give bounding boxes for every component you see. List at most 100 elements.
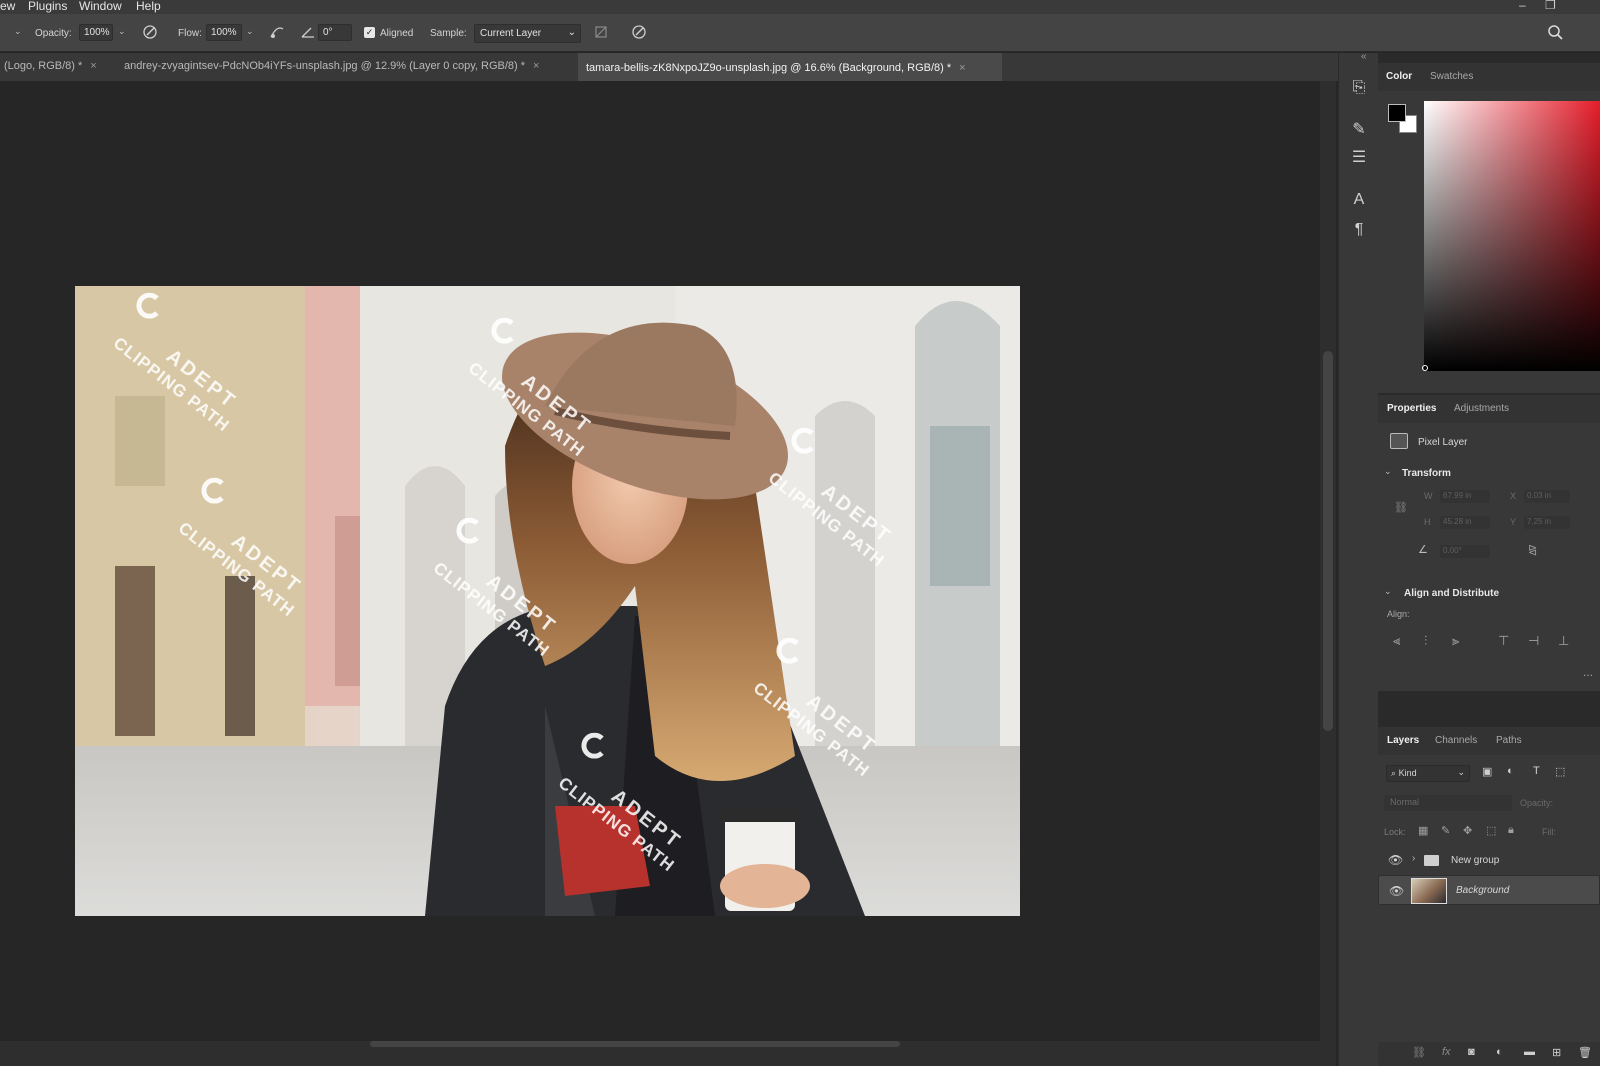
link-icon[interactable]: ⛓ <box>1394 501 1408 514</box>
layer-filter-select[interactable]: ⌕ Kind ⌄ <box>1386 765 1470 782</box>
tab-layers[interactable]: Layers <box>1387 735 1419 746</box>
sample-select[interactable]: Current Layer ⌄ <box>474 24 581 43</box>
canvas-area[interactable]: ADEPT CLIPPING PATH ADEPT CLIPPING PATH ADEP… <box>0 81 1320 1041</box>
color-picker-cursor[interactable] <box>1422 365 1428 371</box>
height-field[interactable]: 45.28 in <box>1440 516 1490 529</box>
lock-position-icon[interactable]: ✥ <box>1463 824 1472 837</box>
chevron-down-icon[interactable]: ⌄ <box>1384 466 1392 477</box>
chevron-down-icon[interactable]: ⌄ <box>118 26 126 37</box>
pressure-opacity-icon[interactable] <box>141 23 159 41</box>
width-field[interactable]: 67.99 in <box>1440 490 1490 503</box>
horizontal-scrollbar[interactable] <box>0 1041 1336 1066</box>
x-label: X <box>1510 491 1517 501</box>
color-panel-tabs: Color Swatches <box>1378 63 1600 91</box>
brush-settings-icon[interactable]: ✎ <box>1348 119 1370 141</box>
align-center-h-icon[interactable]: ⫶ <box>1424 633 1427 649</box>
chevron-down-icon[interactable]: ⌄ <box>14 26 22 37</box>
layer-row-new-group[interactable]: 👁︎ › New group <box>1378 847 1600 875</box>
new-layer-icon[interactable]: ⊞ <box>1552 1046 1561 1059</box>
color-picker-field[interactable] <box>1424 101 1600 371</box>
delete-layer-icon[interactable]: 🗑︎ <box>1578 1046 1592 1059</box>
align-middle-v-icon[interactable]: ⊣ <box>1528 633 1539 649</box>
collapse-icon[interactable]: « <box>1361 51 1367 62</box>
document-image[interactable] <box>75 286 1020 916</box>
horizontal-scroll-thumb[interactable] <box>370 1041 900 1047</box>
filter-shape-icon[interactable]: ⬚ <box>1555 765 1565 778</box>
menu-plugins[interactable]: Plugins <box>28 0 67 13</box>
link-layers-icon[interactable]: ⛓ <box>1412 1046 1426 1059</box>
align-top-icon[interactable]: ⊤ <box>1498 633 1509 649</box>
close-icon[interactable]: × <box>533 60 539 72</box>
eye-icon[interactable]: 👁︎ <box>1388 853 1403 867</box>
blend-mode-select[interactable]: Normal <box>1384 795 1512 811</box>
tab-adjustments[interactable]: Adjustments <box>1454 403 1509 414</box>
tab-paths[interactable]: Paths <box>1496 735 1522 746</box>
menu-window[interactable]: Window <box>79 0 122 13</box>
angle-field[interactable]: 0.00° <box>1440 545 1490 558</box>
adjustments-icon[interactable]: ☰ <box>1348 147 1370 169</box>
opacity-field[interactable]: 100% <box>79 24 113 41</box>
flow-label: Flow: <box>178 28 202 39</box>
panel-icon-strip: « ⎘ ✎ ☰ A ¶ <box>1338 51 1378 1066</box>
align-right-icon[interactable]: ⫸ <box>1452 633 1459 649</box>
chevron-down-icon[interactable]: ⌄ <box>1384 586 1392 597</box>
airbrush-icon[interactable] <box>268 23 286 41</box>
menu-help[interactable]: Help <box>136 0 161 13</box>
filter-type-icon[interactable]: T <box>1533 765 1540 777</box>
y-label: Y <box>1510 517 1517 527</box>
tab-swatches[interactable]: Swatches <box>1430 71 1473 82</box>
layer-type-label: Pixel Layer <box>1418 437 1468 448</box>
layer-opacity-label: Opacity: <box>1520 798 1554 808</box>
lock-all-icon[interactable]: 🔒︎ <box>1508 824 1514 837</box>
vertical-scroll-thumb[interactable] <box>1323 351 1333 731</box>
brush-angle-icon <box>301 27 314 38</box>
layer-row-background[interactable]: 👁︎ Background <box>1378 875 1600 905</box>
paragraph-icon[interactable]: ¶ <box>1348 219 1370 241</box>
more-options-icon[interactable]: ... <box>1583 665 1593 679</box>
tab-channels[interactable]: Channels <box>1435 735 1477 746</box>
restore-icon[interactable]: ❐ <box>1545 0 1556 12</box>
foreground-color-swatch[interactable] <box>1388 104 1406 122</box>
tab-color[interactable]: Color <box>1386 71 1412 82</box>
chevron-right-icon[interactable]: › <box>1412 853 1415 864</box>
vertical-scrollbar[interactable] <box>1320 81 1336 1041</box>
search-icon[interactable] <box>1546 23 1564 41</box>
fx-icon[interactable]: fx <box>1442 1046 1451 1058</box>
tab-properties[interactable]: Properties <box>1387 403 1436 414</box>
layers-panel-tabs: Layers Channels Paths <box>1378 727 1600 755</box>
mask-icon[interactable]: ◙ <box>1468 1046 1475 1058</box>
ignore-adjustment-layers-icon[interactable] <box>592 23 610 41</box>
tab-tamara[interactable]: tamara-bellis-zK8NxpoJZ9o-unsplash.jpg @… <box>578 53 1002 81</box>
filter-adjustment-icon[interactable]: ◐ <box>1507 765 1514 777</box>
chevron-down-icon[interactable]: ⌄ <box>246 26 254 37</box>
flow-field[interactable]: 100% <box>206 24 242 41</box>
x-field[interactable]: 0.03 in <box>1524 490 1570 503</box>
adjustment-icon[interactable]: ◐ <box>1496 1046 1503 1058</box>
character-icon[interactable]: A <box>1348 189 1370 211</box>
lock-artboard-icon[interactable]: ⬚ <box>1486 824 1496 837</box>
align-left-icon[interactable]: ⫷ <box>1393 633 1400 649</box>
menu-view[interactable]: ew <box>0 0 15 13</box>
y-field[interactable]: 7.25 in <box>1524 516 1570 529</box>
lock-label: Lock: <box>1384 827 1406 837</box>
align-bottom-icon[interactable]: ⊥ <box>1558 633 1569 649</box>
filter-pixel-icon[interactable]: ▣ <box>1482 765 1492 778</box>
new-group-icon[interactable]: ▬ <box>1524 1046 1535 1058</box>
search-icon: ⌕ <box>1391 768 1397 778</box>
close-icon[interactable]: × <box>90 60 96 72</box>
minimize-icon[interactable]: – <box>1519 0 1526 12</box>
aligned-label: Aligned <box>380 28 414 39</box>
flip-horizontal-icon[interactable]: ⧎ <box>1528 543 1537 556</box>
close-icon[interactable]: × <box>959 62 965 74</box>
tab-logo[interactable]: (Logo, RGB/8) * × <box>4 53 116 81</box>
pressure-size-icon[interactable] <box>630 23 648 41</box>
angle-field[interactable]: 0° <box>318 24 352 41</box>
fill-label: Fill: <box>1542 827 1556 837</box>
aligned-checkbox[interactable]: ✓ <box>364 27 375 38</box>
lock-pixels-icon[interactable]: ✎ <box>1441 824 1450 837</box>
layer-name: Background <box>1456 885 1510 896</box>
tab-andrey[interactable]: andrey-zvyagintsev-PdcNOb4iYFs-unsplash.… <box>124 53 572 81</box>
lock-transparent-icon[interactable]: ▦ <box>1418 824 1428 837</box>
history-icon[interactable]: ⎘ <box>1348 77 1370 99</box>
eye-icon[interactable]: 👁︎ <box>1389 884 1404 898</box>
